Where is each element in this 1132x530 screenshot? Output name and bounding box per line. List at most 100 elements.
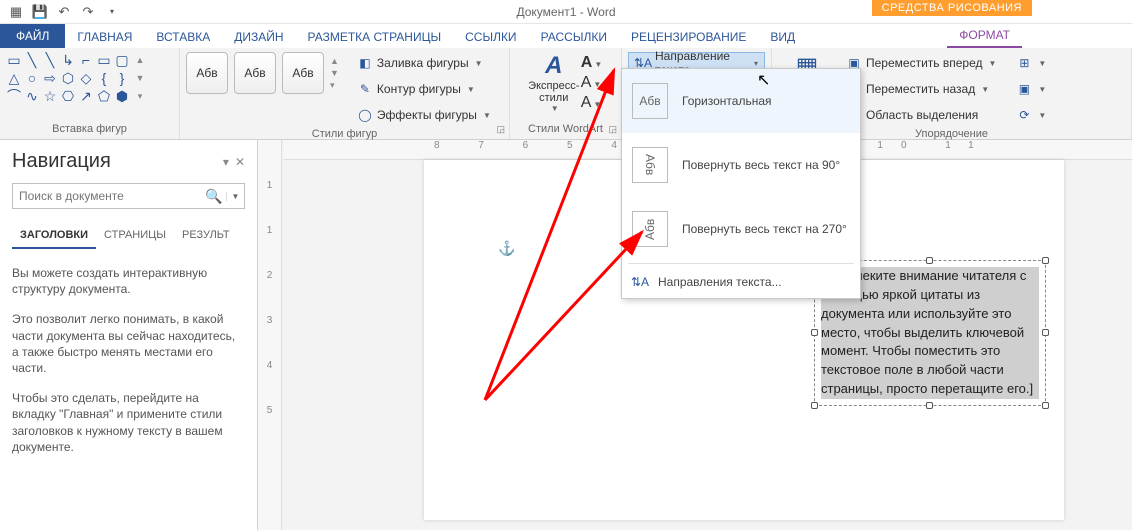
- option-label: Повернуть весь текст на 90°: [682, 158, 840, 172]
- shape-fill-label: Заливка фигуры: [377, 56, 469, 70]
- nav-p2: Это позволит легко понимать, в какой час…: [12, 311, 245, 376]
- rect-shape-icon[interactable]: ▭: [96, 52, 112, 68]
- chevron-down-icon: ▼: [467, 85, 475, 94]
- arrow-icon[interactable]: ↗: [78, 88, 94, 104]
- close-icon[interactable]: ✕: [235, 155, 245, 169]
- resize-handle[interactable]: [926, 257, 933, 264]
- gallery-more-icon[interactable]: ▾: [330, 80, 339, 91]
- text-outline-button[interactable]: A▼: [581, 74, 602, 92]
- freeform-icon[interactable]: ∿: [24, 88, 40, 104]
- shape-icon[interactable]: ⬢: [114, 88, 130, 104]
- nav-tabs: ЗАГОЛОВКИ СТРАНИЦЫ РЕЗУЛЬТ: [12, 223, 245, 249]
- redo-icon[interactable]: ↷: [78, 2, 98, 22]
- tab-mailings[interactable]: РАССЫЛКИ: [529, 26, 619, 48]
- navigation-pane: Навигация ▾ ✕ 🔍 ▼ ЗАГОЛОВКИ СТРАНИЦЫ РЕЗ…: [0, 140, 258, 530]
- triangle-icon[interactable]: △: [6, 70, 22, 86]
- nav-search-box[interactable]: 🔍 ▼: [12, 183, 245, 209]
- text-fill-button[interactable]: A▼: [581, 54, 602, 72]
- tab-references[interactable]: ССЫЛКИ: [453, 26, 528, 48]
- star-icon[interactable]: ☆: [42, 88, 58, 104]
- diamond-icon[interactable]: ◇: [78, 70, 94, 86]
- gallery-up-icon[interactable]: ▲: [132, 52, 148, 68]
- shape-effects-label: Эффекты фигуры: [377, 108, 477, 122]
- outline-icon: ✎: [357, 81, 373, 97]
- save-icon[interactable]: 💾: [30, 2, 50, 22]
- style-preset[interactable]: Абв: [234, 52, 276, 94]
- shape-outline-button[interactable]: ✎ Контур фигуры ▼: [351, 78, 497, 100]
- tab-insert[interactable]: ВСТАВКА: [144, 26, 222, 48]
- tab-home[interactable]: ГЛАВНАЯ: [65, 26, 144, 48]
- tab-view[interactable]: ВИД: [758, 26, 807, 48]
- group-insert-shapes: ▭ ╲ ╲ ↳ ⌐ ▭ ▢ ▲ △ ○ ⇨ ⬡ ◇ { } ▼ ⌒ ∿ ☆ ⎔: [0, 48, 180, 139]
- resize-handle[interactable]: [1042, 257, 1049, 264]
- search-icon[interactable]: 🔍: [202, 188, 226, 205]
- direction-more-options[interactable]: ⇅A Направления текста...: [622, 266, 860, 298]
- tab-format[interactable]: ФОРМАТ: [947, 24, 1022, 48]
- nav-tab-headings[interactable]: ЗАГОЛОВКИ: [12, 223, 96, 249]
- send-backward-button[interactable]: ▢ Переместить назад ▼: [840, 78, 1002, 100]
- resize-handle[interactable]: [811, 402, 818, 409]
- search-input[interactable]: [13, 189, 202, 203]
- text-direction-icon: ⇅A: [632, 274, 648, 290]
- resize-handle[interactable]: [1042, 329, 1049, 336]
- gallery-down-icon[interactable]: ▼: [330, 68, 339, 78]
- vertical-ruler[interactable]: 1 1 2 3 4 5: [258, 140, 282, 530]
- nav-dropdown-icon[interactable]: ▾: [223, 155, 229, 169]
- resize-handle[interactable]: [1042, 402, 1049, 409]
- line-shape-icon[interactable]: ╲: [24, 52, 40, 68]
- connector-icon[interactable]: ↳: [60, 52, 76, 68]
- group-shape-styles: Абв Абв Абв ▲ ▼ ▾ ◧ Заливка фигуры ▼ ✎ К…: [180, 48, 510, 139]
- nav-tab-pages[interactable]: СТРАНИЦЫ: [96, 223, 174, 249]
- align-icon: ⊞: [1016, 55, 1032, 71]
- gallery-down-icon[interactable]: ▼: [132, 70, 148, 86]
- align-button[interactable]: ⊞▼: [1010, 52, 1052, 74]
- fill-icon: ◧: [357, 55, 373, 71]
- dialog-launcher-icon[interactable]: ◲: [608, 124, 617, 135]
- dialog-launcher-icon[interactable]: ◲: [496, 124, 505, 135]
- direction-option-horizontal[interactable]: Абв Горизонтальная: [622, 69, 860, 133]
- gallery-up-icon[interactable]: ▲: [330, 56, 339, 66]
- rotate-button[interactable]: ⟳▼: [1010, 104, 1052, 126]
- curve-icon[interactable]: ⌒: [6, 88, 22, 104]
- style-preset[interactable]: Абв: [186, 52, 228, 94]
- thumb-90-icon: Абв: [632, 147, 668, 183]
- line-shape-icon[interactable]: ╲: [42, 52, 58, 68]
- express-styles-button[interactable]: A Экспресс-стили ▼: [529, 52, 579, 113]
- qat-customize-icon[interactable]: ▾: [102, 2, 122, 22]
- style-preset[interactable]: Абв: [282, 52, 324, 94]
- selection-pane-button[interactable]: ⧉ Область выделения: [840, 104, 1002, 126]
- textbox-shape-icon[interactable]: ▭: [6, 52, 22, 68]
- direction-option-270[interactable]: Абв Повернуть весь текст на 270°: [622, 197, 860, 261]
- oval-icon[interactable]: ○: [24, 70, 40, 86]
- search-dropdown-icon[interactable]: ▼: [226, 192, 244, 201]
- nav-body-text: Вы можете создать интерактивную структур…: [12, 265, 245, 455]
- tab-review[interactable]: РЕЦЕНЗИРОВАНИЕ: [619, 26, 758, 48]
- brace-icon[interactable]: }: [114, 70, 130, 86]
- nav-tab-results[interactable]: РЕЗУЛЬТ: [174, 223, 238, 249]
- undo-icon[interactable]: ↶: [54, 2, 74, 22]
- tab-layout[interactable]: РАЗМЕТКА СТРАНИЦЫ: [296, 26, 454, 48]
- shape-gallery[interactable]: ▭ ╲ ╲ ↳ ⌐ ▭ ▢ ▲ △ ○ ⇨ ⬡ ◇ { } ▼ ⌒ ∿ ☆ ⎔: [6, 52, 148, 104]
- shape-icon[interactable]: ⬠: [96, 88, 112, 104]
- brace-icon[interactable]: {: [96, 70, 112, 86]
- tab-design[interactable]: ДИЗАЙН: [222, 26, 295, 48]
- group-button[interactable]: ▣▼: [1010, 78, 1052, 100]
- text-effects-button[interactable]: A▼: [581, 94, 602, 112]
- connector-icon[interactable]: ⌐: [78, 52, 94, 68]
- rect-shape-icon[interactable]: ▢: [114, 52, 130, 68]
- gallery-more-icon[interactable]: ▾: [132, 88, 148, 104]
- hexagon-icon[interactable]: ⬡: [60, 70, 76, 86]
- tab-file[interactable]: ФАЙЛ: [0, 24, 65, 48]
- direction-option-90[interactable]: Абв Повернуть весь текст на 90°: [622, 133, 860, 197]
- menu-separator: [628, 263, 854, 264]
- word-icon[interactable]: ▦: [6, 2, 26, 22]
- chevron-down-icon: ▼: [988, 59, 996, 68]
- shape-fill-button[interactable]: ◧ Заливка фигуры ▼: [351, 52, 497, 74]
- arrow-icon[interactable]: ⇨: [42, 70, 58, 86]
- resize-handle[interactable]: [811, 329, 818, 336]
- resize-handle[interactable]: [926, 402, 933, 409]
- callout-icon[interactable]: ⎔: [60, 88, 76, 104]
- ribbon: ▭ ╲ ╲ ↳ ⌐ ▭ ▢ ▲ △ ○ ⇨ ⬡ ◇ { } ▼ ⌒ ∿ ☆ ⎔: [0, 48, 1132, 140]
- shape-effects-button[interactable]: ◯ Эффекты фигуры ▼: [351, 104, 497, 126]
- bring-forward-button[interactable]: ▣ Переместить вперед ▼: [840, 52, 1002, 74]
